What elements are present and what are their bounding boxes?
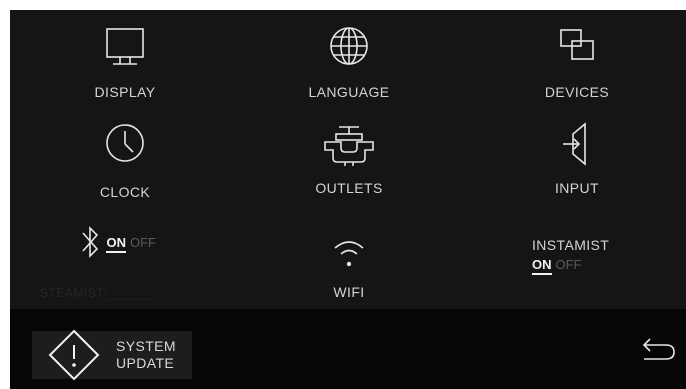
system-update-button[interactable]: SYSTEM UPDATE (32, 329, 192, 381)
globe-icon (330, 27, 368, 65)
display-label: DISPLAY (94, 84, 156, 100)
devices-tile[interactable]: DEVICES (532, 24, 622, 100)
outlets-label: OUTLETS (315, 180, 383, 196)
input-icon (563, 122, 586, 166)
wifi-tile[interactable]: WIFI (314, 232, 384, 300)
wifi-icon (334, 241, 364, 267)
clock-tile[interactable]: CLOCK (80, 120, 170, 200)
input-label: INPUT (555, 180, 599, 196)
steamist-text: STEAMIST-______ (40, 286, 151, 300)
clock-label: CLOCK (99, 184, 151, 200)
language-label: LANGUAGE (308, 84, 390, 100)
monitor-icon (106, 28, 144, 65)
display-tile[interactable]: DISPLAY (80, 24, 170, 100)
instamist-label: INSTAMIST (532, 237, 610, 253)
back-arrow-icon (642, 338, 675, 360)
wifi-label: WIFI (333, 284, 365, 300)
bluetooth-off[interactable]: OFF (130, 235, 156, 250)
outlets-tile[interactable]: OUTLETS (299, 120, 399, 196)
clock-icon (106, 124, 144, 162)
faucet-icon (324, 126, 374, 166)
bluetooth-icon (82, 226, 99, 258)
input-tile[interactable]: INPUT (542, 120, 612, 196)
system-update-text: SYSTEM UPDATE (116, 338, 176, 372)
system-update-line2: UPDATE (116, 355, 175, 371)
instamist-on[interactable]: ON (532, 257, 552, 275)
settings-screen: DISPLAY LANGUAGE DEVICES CLOCK OUTLETS I… (10, 10, 686, 389)
bluetooth-on[interactable]: ON (106, 234, 126, 253)
warning-diamond-icon (48, 329, 100, 381)
footer-bar: SYSTEM UPDATE (10, 309, 686, 389)
instamist-toggle[interactable]: INSTAMIST ON OFF (532, 237, 642, 275)
instamist-off[interactable]: OFF (556, 257, 582, 272)
language-tile[interactable]: LANGUAGE (294, 24, 404, 100)
devices-label: DEVICES (544, 84, 610, 100)
system-update-line1: SYSTEM (116, 338, 176, 354)
bluetooth-toggle[interactable]: ON OFF (80, 224, 200, 260)
devices-icon (560, 29, 594, 60)
back-button[interactable] (638, 333, 678, 365)
